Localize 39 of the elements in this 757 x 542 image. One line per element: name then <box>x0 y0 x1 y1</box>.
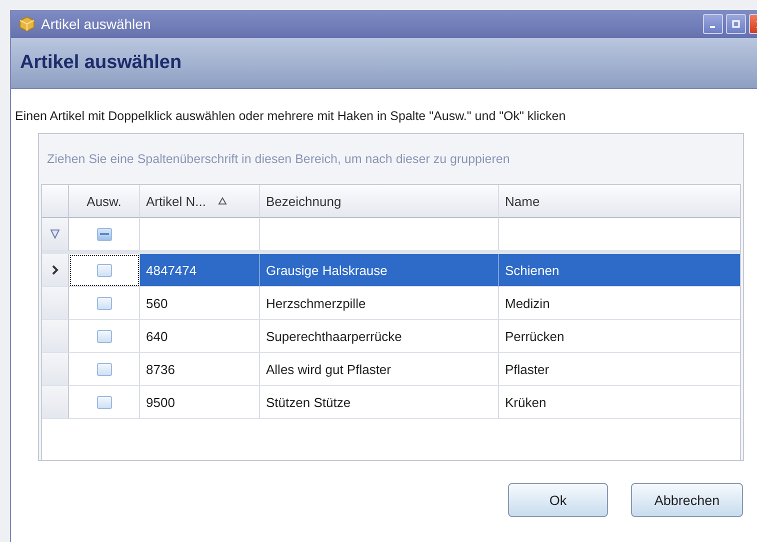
table-cell: Alles wird gut Pflaster <box>260 353 499 386</box>
table-cell: Schienen <box>499 254 740 287</box>
row-checkbox[interactable] <box>96 330 112 342</box>
cancel-button[interactable]: Abbrechen <box>631 483 743 517</box>
window-title: Artikel auswählen <box>41 16 151 32</box>
column-header[interactable]: Bezeichnung <box>260 185 499 218</box>
table-cell: Perrücken <box>499 320 740 353</box>
table-cell: Grausige Halskrause <box>260 254 499 287</box>
maximize-icon <box>732 20 740 28</box>
instruction-text: Einen Artikel mit Doppelklick auswählen oder mehrere mit Haken in Spalte "Ausw." und "Ok" klicken <box>15 109 567 123</box>
table-cell: Herzschmerzpille <box>260 287 499 320</box>
filter-icon[interactable] <box>50 229 60 239</box>
group-panel-hint: Ziehen Sie eine Spaltenüberschrift in diesen Bereich, um nach dieser zu gruppieren <box>47 152 510 166</box>
filter-checkbox[interactable] <box>96 228 112 240</box>
filter-cell[interactable] <box>260 218 499 251</box>
table-cell: 560 <box>140 287 260 320</box>
table-cell: 640 <box>140 320 260 353</box>
column-header[interactable]: Name <box>499 185 740 218</box>
row-header[interactable] <box>42 254 69 287</box>
table-cell: Superechthaarperrücke <box>260 320 499 353</box>
box-icon <box>19 16 35 32</box>
maximize-button[interactable] <box>726 14 746 34</box>
row-checkbox[interactable] <box>96 396 112 408</box>
dialog-heading: Artikel auswählen <box>20 52 182 74</box>
filter-cell[interactable] <box>140 218 260 251</box>
table-cell: Medizin <box>499 287 740 320</box>
row-checkbox[interactable] <box>96 362 112 376</box>
table-cell: 8736 <box>140 353 260 386</box>
table-cell: Krüken <box>499 386 740 419</box>
table-cell: 9500 <box>140 386 260 419</box>
row-checkbox[interactable] <box>96 264 112 276</box>
table-cell: Stützen Stütze <box>260 386 499 419</box>
table-cell: Pflaster <box>499 353 740 386</box>
column-header[interactable]: Ausw. <box>69 185 140 218</box>
minimize-button[interactable] <box>703 14 723 34</box>
column-header[interactable]: Artikel N... <box>140 185 260 218</box>
ok-button[interactable]: Ok <box>508 483 608 517</box>
row-checkbox[interactable] <box>96 296 112 310</box>
table-cell: 4847474 <box>140 254 260 287</box>
